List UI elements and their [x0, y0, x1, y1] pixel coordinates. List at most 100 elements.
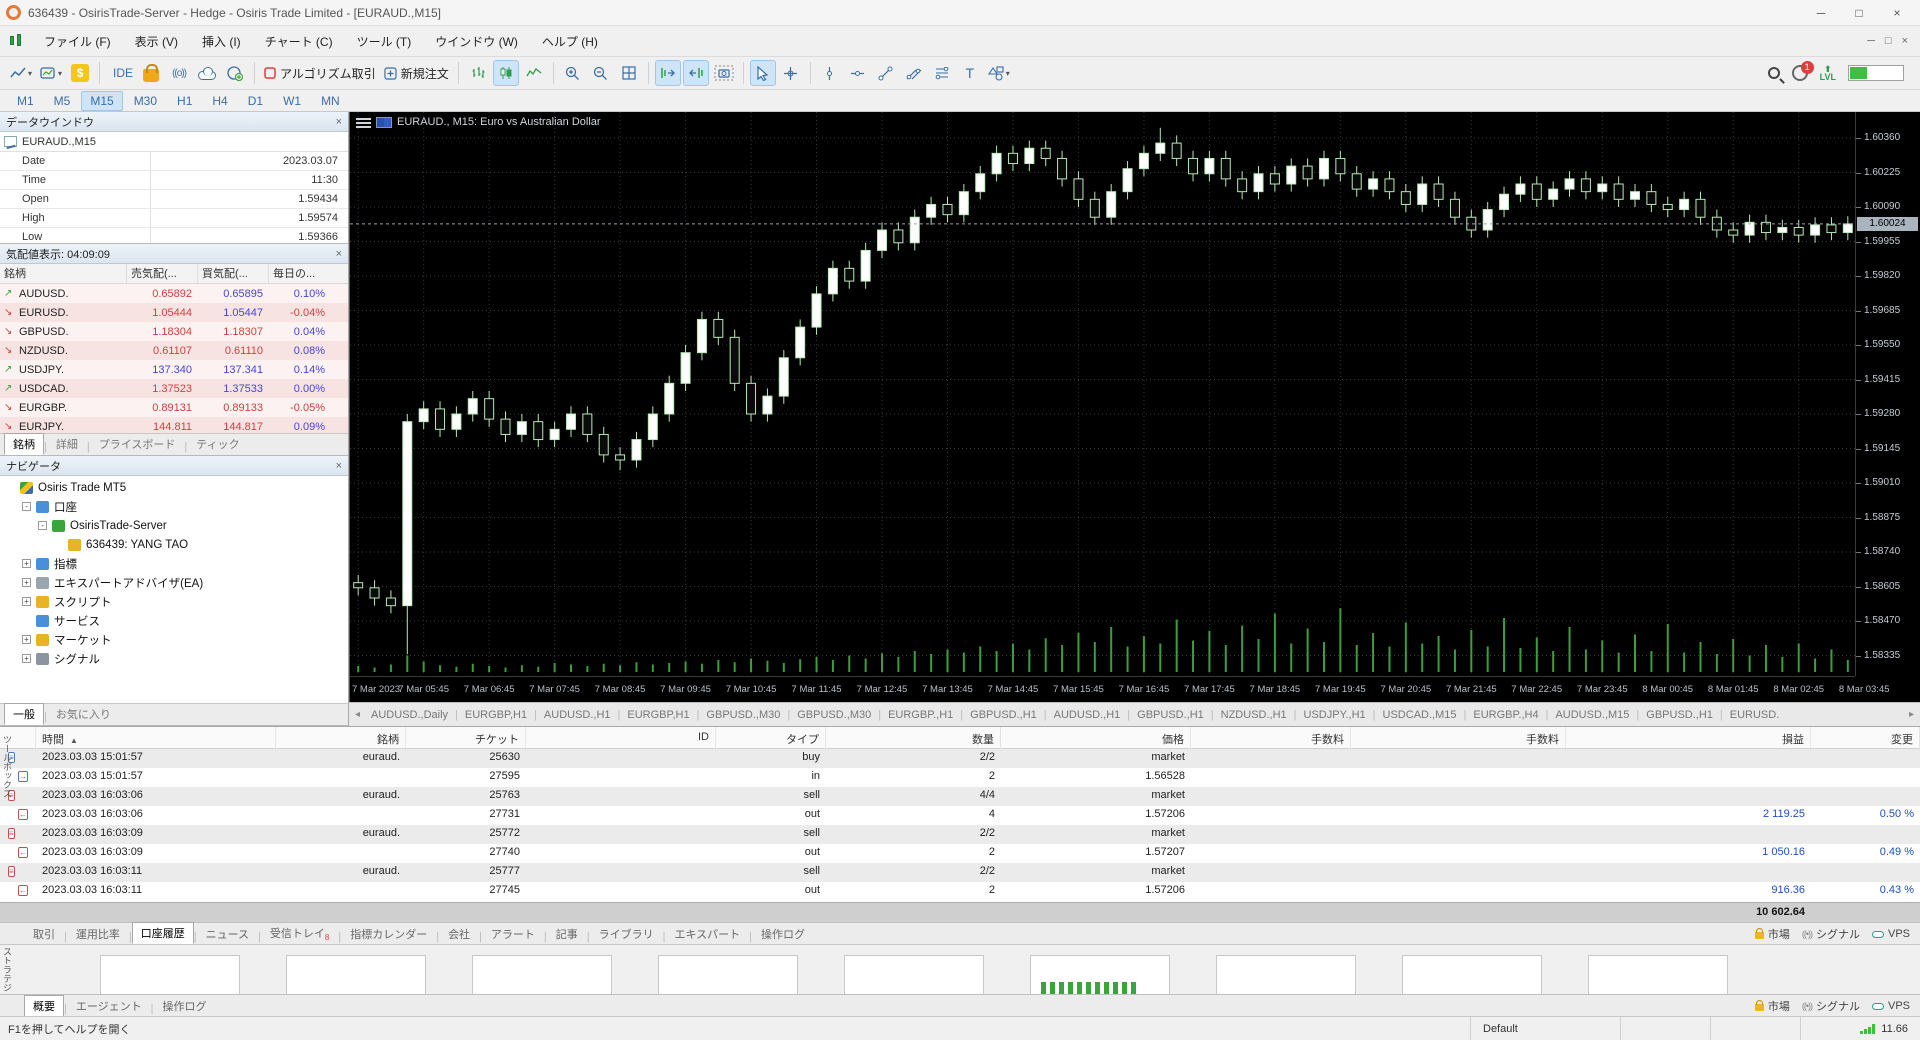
mw-tab-銘柄[interactable]: 銘柄: [4, 433, 44, 455]
level-indicator[interactable]: LVL: [1820, 65, 1836, 82]
community-button[interactable]: [222, 60, 248, 86]
column-手数料[interactable]: 手数料: [1191, 727, 1351, 751]
search-icon[interactable]: [1767, 67, 1780, 79]
timeframe-W1[interactable]: W1: [274, 91, 310, 111]
timeframe-D1[interactable]: D1: [239, 91, 272, 111]
scroll-right-icon[interactable]: ▸: [1905, 709, 1918, 720]
market-watch-row[interactable]: ↘ EURUSD. 1.05444 1.05447 -0.04%: [0, 303, 348, 322]
market-watch-row[interactable]: ↗ USDJPY. 137.340 137.341 0.14%: [0, 360, 348, 379]
chart-tab-GBPUSD.,H1[interactable]: GBPUSD.,H1: [963, 706, 1044, 724]
column-手数料[interactable]: 手数料: [1351, 727, 1566, 751]
chart-window[interactable]: EURAUD., M15: Euro vs Australian Dollar …: [349, 112, 1920, 702]
tester-preview-card[interactable]: [286, 955, 426, 994]
navigator-item[interactable]: +Osiris Trade MT5: [0, 478, 348, 497]
shapes-button[interactable]: ▾: [985, 60, 1013, 86]
navigator-item[interactable]: + エキスパートアドバイザ(EA): [0, 573, 348, 592]
vps-status[interactable]: VPS: [1871, 928, 1910, 940]
scroll-left-icon[interactable]: ◂: [351, 709, 364, 720]
chart-tab-AUDUSD.,H1[interactable]: AUDUSD.,H1: [537, 706, 618, 724]
mw-tab-ティック[interactable]: ティック: [187, 433, 248, 455]
chart-tab-EURGBP,H1[interactable]: EURGBP,H1: [458, 706, 534, 724]
history-row[interactable]: ≡ 2023.03.03 16:03:06 euraud. 25763 sell 4/4 m…: [0, 787, 1920, 806]
chart-tab-EURUSD.[interactable]: EURUSD.: [1723, 706, 1787, 724]
expand-icon[interactable]: +: [22, 559, 31, 568]
horizontal-line-button[interactable]: [845, 60, 871, 86]
screenshot-button[interactable]: [711, 60, 737, 86]
toolbox-tab-受信トレイ[interactable]: 受信トレイ8: [261, 922, 338, 945]
signals-button[interactable]: ((o)): [166, 60, 192, 86]
user-account-icon[interactable]: 1: [1791, 61, 1814, 81]
profiles-button[interactable]: ▾: [37, 60, 65, 86]
tester-preview-card[interactable]: [658, 955, 798, 994]
toolbox-tab-口座履歴[interactable]: 口座履歴: [131, 922, 194, 945]
tester-preview-card[interactable]: [1216, 955, 1356, 994]
crosshair-button[interactable]: [778, 60, 804, 86]
market-watch-row[interactable]: ↘ EURJPY. 144.811 144.817 0.09%: [0, 417, 348, 433]
toolbox-tab-指標カレンダー[interactable]: 指標カレンダー: [341, 923, 436, 945]
menu-チャート (C)[interactable]: チャート (C): [253, 29, 345, 54]
navigator-item[interactable]: + シグナル: [0, 649, 348, 668]
toolbox-tab-運用比率[interactable]: 運用比率: [67, 923, 129, 945]
navigator-item[interactable]: + 指標: [0, 554, 348, 573]
chart-tab-EURGBP.,H4[interactable]: EURGBP.,H4: [1466, 706, 1545, 724]
timeframe-M15[interactable]: M15: [81, 90, 123, 111]
zoom-out-button[interactable]: [588, 60, 614, 86]
market-watch-row[interactable]: ↘ GBPUSD. 1.18304 1.18307 0.04%: [0, 322, 348, 341]
child-restore-button[interactable]: □: [1885, 35, 1892, 47]
toolbox-tab-会社[interactable]: 会社: [439, 923, 479, 945]
trendline-button[interactable]: [873, 60, 899, 86]
market-watch-row[interactable]: ↗ AUDUSD. 0.65892 0.65895 0.10%: [0, 284, 348, 303]
column-変更[interactable]: 変更: [1811, 727, 1920, 751]
text-tool-button[interactable]: T: [957, 60, 983, 86]
timeframe-M30[interactable]: M30: [125, 91, 166, 111]
data-window-symbol-row[interactable]: EURAUD.,M15: [0, 132, 348, 152]
menu-ツール (T)[interactable]: ツール (T): [345, 29, 424, 54]
nav-tab-お気に入り[interactable]: お気に入り: [47, 703, 120, 725]
close-icon[interactable]: ×: [336, 248, 342, 260]
column-タイプ[interactable]: タイプ: [716, 727, 826, 751]
auto-scroll-button[interactable]: [654, 60, 681, 86]
menu-挿入 (I)[interactable]: 挿入 (I): [190, 29, 253, 54]
market-status[interactable]: 市場: [1754, 926, 1790, 942]
history-row[interactable]: ← 2023.03.03 16:03:11 27745 out 2 1.57206 916.…: [0, 882, 1920, 901]
close-icon[interactable]: ×: [336, 116, 342, 128]
price-axis[interactable]: 1.60360 1.60225 1.60090 1.59955 1.59820 1.596…: [1855, 112, 1920, 676]
vps-status[interactable]: VPS: [1871, 1000, 1910, 1012]
algo-trading-button[interactable]: アルゴリズム取引: [261, 60, 379, 86]
column-数量[interactable]: 数量: [826, 727, 1001, 751]
expand-icon[interactable]: +: [22, 635, 31, 644]
collapse-icon[interactable]: -: [22, 502, 31, 511]
market-watch-header[interactable]: 銘柄 売気配(... 買気配(... 毎日の...: [0, 264, 348, 284]
history-row[interactable]: ← 2023.03.03 16:03:06 27731 out 4 1.57206 2 11…: [0, 806, 1920, 825]
chart-tab-GBPUSD.,H1[interactable]: GBPUSD.,H1: [1639, 706, 1720, 724]
navigator-item[interactable]: - 口座: [0, 497, 348, 516]
history-row[interactable]: ≡ 2023.03.03 16:03:11 euraud. 25777 sell 2/2 m…: [0, 863, 1920, 882]
tester-preview-card[interactable]: [100, 955, 240, 994]
signal-status[interactable]: ((•)) シグナル: [1802, 998, 1860, 1014]
timeframe-M1[interactable]: M1: [8, 91, 43, 111]
market-status[interactable]: 市場: [1754, 998, 1790, 1014]
deposit-button[interactable]: $: [67, 60, 93, 86]
history-row[interactable]: ≡ 2023.03.03 15:01:57 euraud. 25630 buy 2/2 ma…: [0, 749, 1920, 768]
expand-icon[interactable]: +: [22, 597, 31, 606]
tester-tab-エージェント[interactable]: エージェント: [67, 995, 151, 1017]
chart-tab-AUDUSD.,M15[interactable]: AUDUSD.,M15: [1548, 706, 1636, 724]
chart-type-button[interactable]: ▾: [7, 60, 35, 86]
chart-tab-GBPUSD.,M30[interactable]: GBPUSD.,M30: [699, 706, 787, 724]
chart-tab-GBPUSD.,H1[interactable]: GBPUSD.,H1: [1130, 706, 1211, 724]
toolbox-tab-取引[interactable]: 取引: [24, 923, 64, 945]
tester-preview-card[interactable]: [1402, 955, 1542, 994]
toolbox-tab-エキスパート[interactable]: エキスパート: [666, 923, 750, 945]
profile-selector[interactable]: Default: [1470, 1017, 1620, 1040]
toolbox-tab-記事[interactable]: 記事: [547, 923, 587, 945]
tester-tab-操作ログ[interactable]: 操作ログ: [154, 995, 216, 1017]
toolbox-tab-操作ログ[interactable]: 操作ログ: [752, 923, 814, 945]
tile-windows-button[interactable]: [616, 60, 642, 86]
close-icon[interactable]: ×: [336, 460, 342, 472]
column-損益[interactable]: 損益: [1566, 727, 1811, 751]
navigator-item[interactable]: - OsirisTrade-Server: [0, 516, 348, 535]
time-axis[interactable]: 7 Mar 2023 7 Mar 05:45 7 Mar 06:45 7 Mar 07…: [350, 676, 1890, 702]
close-button[interactable]: ×: [1880, 3, 1914, 23]
minimize-button[interactable]: ─: [1804, 3, 1838, 23]
navigator-item[interactable]: + マーケット: [0, 630, 348, 649]
